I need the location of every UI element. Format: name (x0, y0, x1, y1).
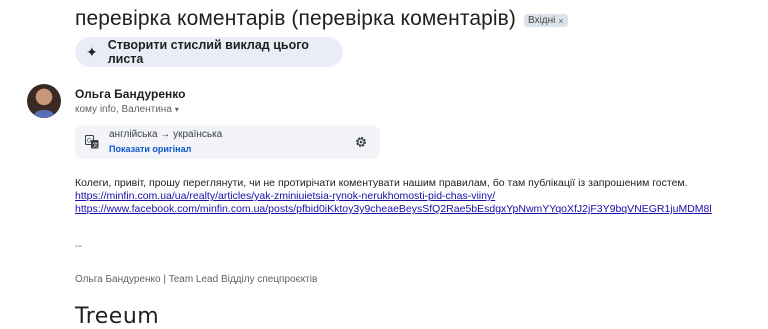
email-body: Колеги, привіт, прошу переглянути, чи не… (75, 177, 712, 216)
minfin-article-link[interactable]: https://minfin.com.ua/ua/realty/articles… (75, 190, 712, 203)
company-logo: Treeum (75, 306, 159, 328)
translation-languages: англійська → українська (109, 129, 223, 140)
body-paragraph: Колеги, привіт, прошу переглянути, чи не… (75, 177, 688, 189)
translate-icon: G 文 (85, 135, 99, 149)
sender-name[interactable]: Ольга Бандуренко (75, 87, 185, 101)
gear-icon[interactable] (354, 135, 368, 149)
svg-text:文: 文 (93, 141, 99, 149)
signature-separator: -- (75, 240, 82, 252)
facebook-post-link[interactable]: https://www.facebook.com/minfin.com.ua/p… (75, 203, 712, 216)
sparkle-icon: ✦ (86, 44, 98, 60)
inbox-label-text: Вхідні (528, 15, 556, 26)
translation-banner: G 文 англійська → українська Показати ори… (75, 125, 380, 159)
summarize-label: Створити стислий виклад цього листа (107, 38, 309, 66)
recipients-details[interactable]: кому info, Валентина ▾ (75, 104, 179, 115)
show-original-link[interactable]: Показати оригінал (109, 144, 191, 154)
recipients-text: кому info, Валентина (75, 104, 172, 115)
chevron-down-icon: ▾ (174, 105, 179, 114)
sender-avatar[interactable] (27, 84, 61, 118)
subject-title: перевірка коментарів (перевірка коментар… (75, 7, 517, 30)
email-subject: перевірка коментарів (перевірка коментар… (75, 6, 568, 32)
summarize-email-button[interactable]: ✦ Створити стислий виклад цього листа (75, 37, 343, 67)
logo-text: Treeum (75, 304, 160, 329)
inbox-label-chip: Вхідні × (524, 14, 568, 27)
remove-label-icon[interactable]: × (558, 16, 563, 26)
signature-line: Ольга Бандуренко | Team Lead Відділу спе… (75, 274, 318, 285)
